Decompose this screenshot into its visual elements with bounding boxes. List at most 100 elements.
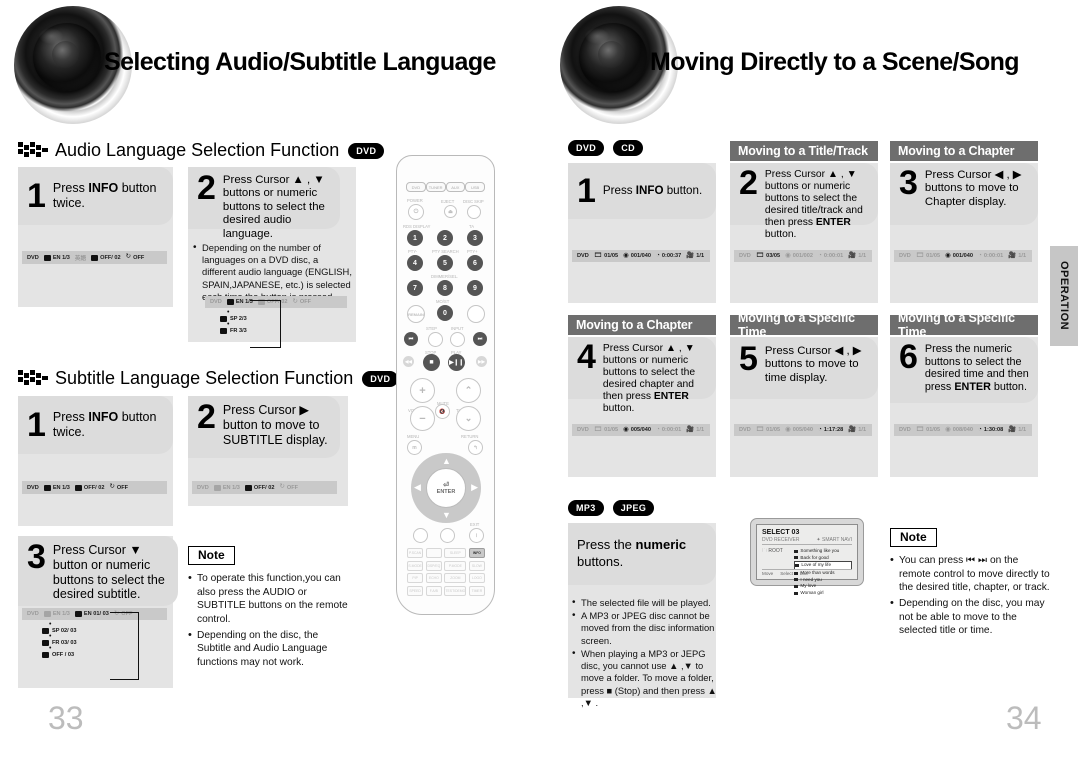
remote-button-volume-down[interactable]: − — [410, 406, 435, 431]
list-item[interactable]: Woman girl — [794, 590, 852, 597]
remote-button-disc-skip[interactable] — [467, 205, 481, 219]
remote-button-prev[interactable]: ⏮ — [404, 332, 418, 346]
remote-button-aux2[interactable] — [413, 528, 428, 543]
remote-button-volume-up[interactable]: + — [410, 378, 435, 403]
remote-button-stop[interactable]: ■ — [423, 354, 440, 371]
remote-key-11[interactable]: LOGO — [468, 573, 485, 583]
remote-button-rewind[interactable]: ◀◀ — [403, 356, 414, 367]
list-item[interactable]: Something like you — [794, 548, 852, 555]
file-icon — [794, 578, 799, 582]
remote-button-exit[interactable]: ⏽ — [469, 528, 484, 543]
remote-button-4[interactable]: 4 — [407, 255, 423, 271]
repeat-icon: ↻ — [125, 253, 132, 261]
remote-button-5[interactable]: 5 — [437, 255, 453, 271]
remote-label-disc-skip: DISC SKIP — [463, 199, 484, 204]
remote-button-forward[interactable]: ▶▶ — [476, 356, 487, 367]
osd-disc: DVD — [739, 427, 751, 433]
speaker-dustcap-icon — [598, 41, 625, 68]
cursor-left-icon[interactable]: ◀ — [414, 482, 421, 493]
step-text: Press Cursor ▶ button to move to SUBTITL… — [222, 403, 328, 447]
remote-key-5[interactable]: DSP/EQ — [425, 560, 442, 571]
remote-key-0[interactable]: P.SCAN — [407, 548, 424, 558]
step-text: Press Cursor ◀ , ▶ buttons to move to Ch… — [924, 169, 1022, 208]
chain-connector — [250, 300, 281, 348]
remote-key-4[interactable]: S.MODE — [407, 560, 424, 571]
subtitle-icon — [91, 254, 99, 261]
remote-button-input[interactable] — [450, 332, 465, 347]
remote-key-13[interactable]: F.A/B — [425, 585, 442, 596]
mp3-pill-row: MP3 JPEG — [568, 500, 655, 516]
osd-title: 🎞 01/05 — [755, 425, 781, 433]
remote-button-mute[interactable]: 🔇 — [435, 404, 450, 419]
remote-button-mode[interactable] — [440, 528, 455, 543]
remote-key-2[interactable]: SLEEP — [444, 548, 467, 558]
remote-key-14[interactable]: TEST/DEMO — [444, 585, 467, 596]
remote-button-3[interactable]: 3 — [467, 230, 483, 246]
remote-button-tuning-up[interactable]: ⌃ — [456, 378, 481, 403]
remote-button-7[interactable]: 7 — [407, 280, 423, 296]
remote-key-7[interactable]: SLOW — [468, 560, 485, 571]
list-item[interactable]: My love — [794, 583, 852, 590]
remote-dpad[interactable]: ▲ ▼ ◀ ▶ ⏎ ENTER — [411, 453, 481, 523]
tv-screen-subheader: DVD RECEIVER ✦ SMART NAVI — [762, 537, 852, 545]
chain-row: SP 02/ 03 — [42, 628, 77, 634]
remote-key-12[interactable]: SPEED — [407, 585, 424, 596]
remote-button-tuner[interactable]: TUNER — [425, 182, 446, 192]
remote-button-menu[interactable]: m — [407, 440, 422, 455]
step-number: 4 — [577, 338, 596, 376]
remote-button-1[interactable]: 1 — [407, 230, 423, 246]
remote-button-9[interactable]: 9 — [467, 280, 483, 296]
remote-button-dvd[interactable]: DVD — [406, 182, 426, 192]
osd-audio-alt: 英語 — [74, 255, 87, 262]
osd-chapter: ◉ 005/040 — [623, 425, 651, 433]
remote-button-enter[interactable]: ⏎ ENTER — [426, 468, 466, 508]
remote-button-6[interactable]: 6 — [467, 255, 483, 271]
remote-button-2[interactable]: 2 — [437, 230, 453, 246]
cursor-right-icon[interactable]: ▶ — [471, 482, 478, 493]
subtitle-icon — [42, 652, 49, 658]
remote-key-1[interactable] — [425, 548, 442, 558]
remote-key-6[interactable]: P.MODE — [444, 560, 467, 571]
osd-disc: DVD — [739, 253, 751, 259]
chain-row: FR 03/ 03 — [42, 640, 77, 646]
remote-button-remain[interactable]: REMAIN — [407, 305, 425, 323]
remote-bottom-keypad[interactable]: P.SCAN SLEEP INFO S.MODE DSP/EQ P.MODE S… — [407, 548, 485, 596]
remote-button-power[interactable]: ⏻ — [408, 204, 424, 220]
remote-key-9[interactable]: ECHO — [425, 573, 442, 583]
step-text: Press INFO button twice. — [53, 181, 165, 211]
camera-icon: 🎥 — [686, 251, 695, 259]
osd-time: ◔ 0:00:01 — [655, 425, 682, 433]
remote-button-tuning-down[interactable]: ⌄ — [456, 406, 481, 431]
cursor-up-icon[interactable]: ▲ — [442, 456, 451, 466]
arrows-icon — [18, 140, 48, 161]
remote-key-15[interactable]: TIMER — [468, 585, 485, 596]
list-item[interactable]: Back for good — [794, 555, 852, 562]
osd-bar-col5: DVD 🎞 01/05 ◉ 005/040 ◔ 1:17:28 🎥 1/1 — [734, 424, 872, 436]
remote-button-return[interactable]: ↰ — [468, 440, 483, 455]
remote-label-ta: TA — [469, 224, 475, 229]
mp3-bullets: The selected file will be played. A MP3 … — [572, 596, 722, 710]
remote-label-power: POWER — [407, 198, 423, 203]
remote-button-aux[interactable]: AUX — [445, 182, 466, 192]
step-text: Press Cursor ▲ , ▼ buttons or numeric bu… — [222, 174, 325, 240]
remote-label-return: RETURN — [461, 434, 479, 439]
remote-key-info[interactable]: INFO — [468, 548, 485, 558]
remote-key-8[interactable]: PIP — [407, 573, 424, 583]
disc-pill-row: DVD CD — [568, 140, 644, 156]
remote-button-0[interactable]: 0 — [437, 305, 453, 321]
osd-chain-audio: • SP 2/3 • FR 3/3 — [220, 309, 247, 335]
osd-bar-audio-step1: DVD EN 1/3 英語 OFF/ 02 ↻ OFF — [22, 251, 167, 264]
osd-disc: DVD — [899, 427, 911, 433]
cursor-down-icon[interactable]: ▼ — [442, 510, 451, 520]
remote-button-step[interactable] — [428, 332, 443, 347]
repeat-icon: ↻ — [109, 483, 115, 491]
remote-button-sact[interactable] — [467, 305, 485, 323]
remote-key-10[interactable]: ZOOM — [444, 573, 467, 583]
remote-button-eject[interactable]: ⏏ — [444, 205, 457, 218]
list-item[interactable]: I need you — [794, 577, 852, 584]
remote-button-next[interactable]: ⏭ — [473, 332, 487, 346]
remote-button-usb[interactable]: USB — [465, 182, 485, 192]
remote-label-step: STEP — [426, 326, 437, 331]
remote-button-play[interactable]: ▶❙❙ — [448, 354, 465, 371]
remote-button-8[interactable]: 8 — [437, 280, 453, 296]
